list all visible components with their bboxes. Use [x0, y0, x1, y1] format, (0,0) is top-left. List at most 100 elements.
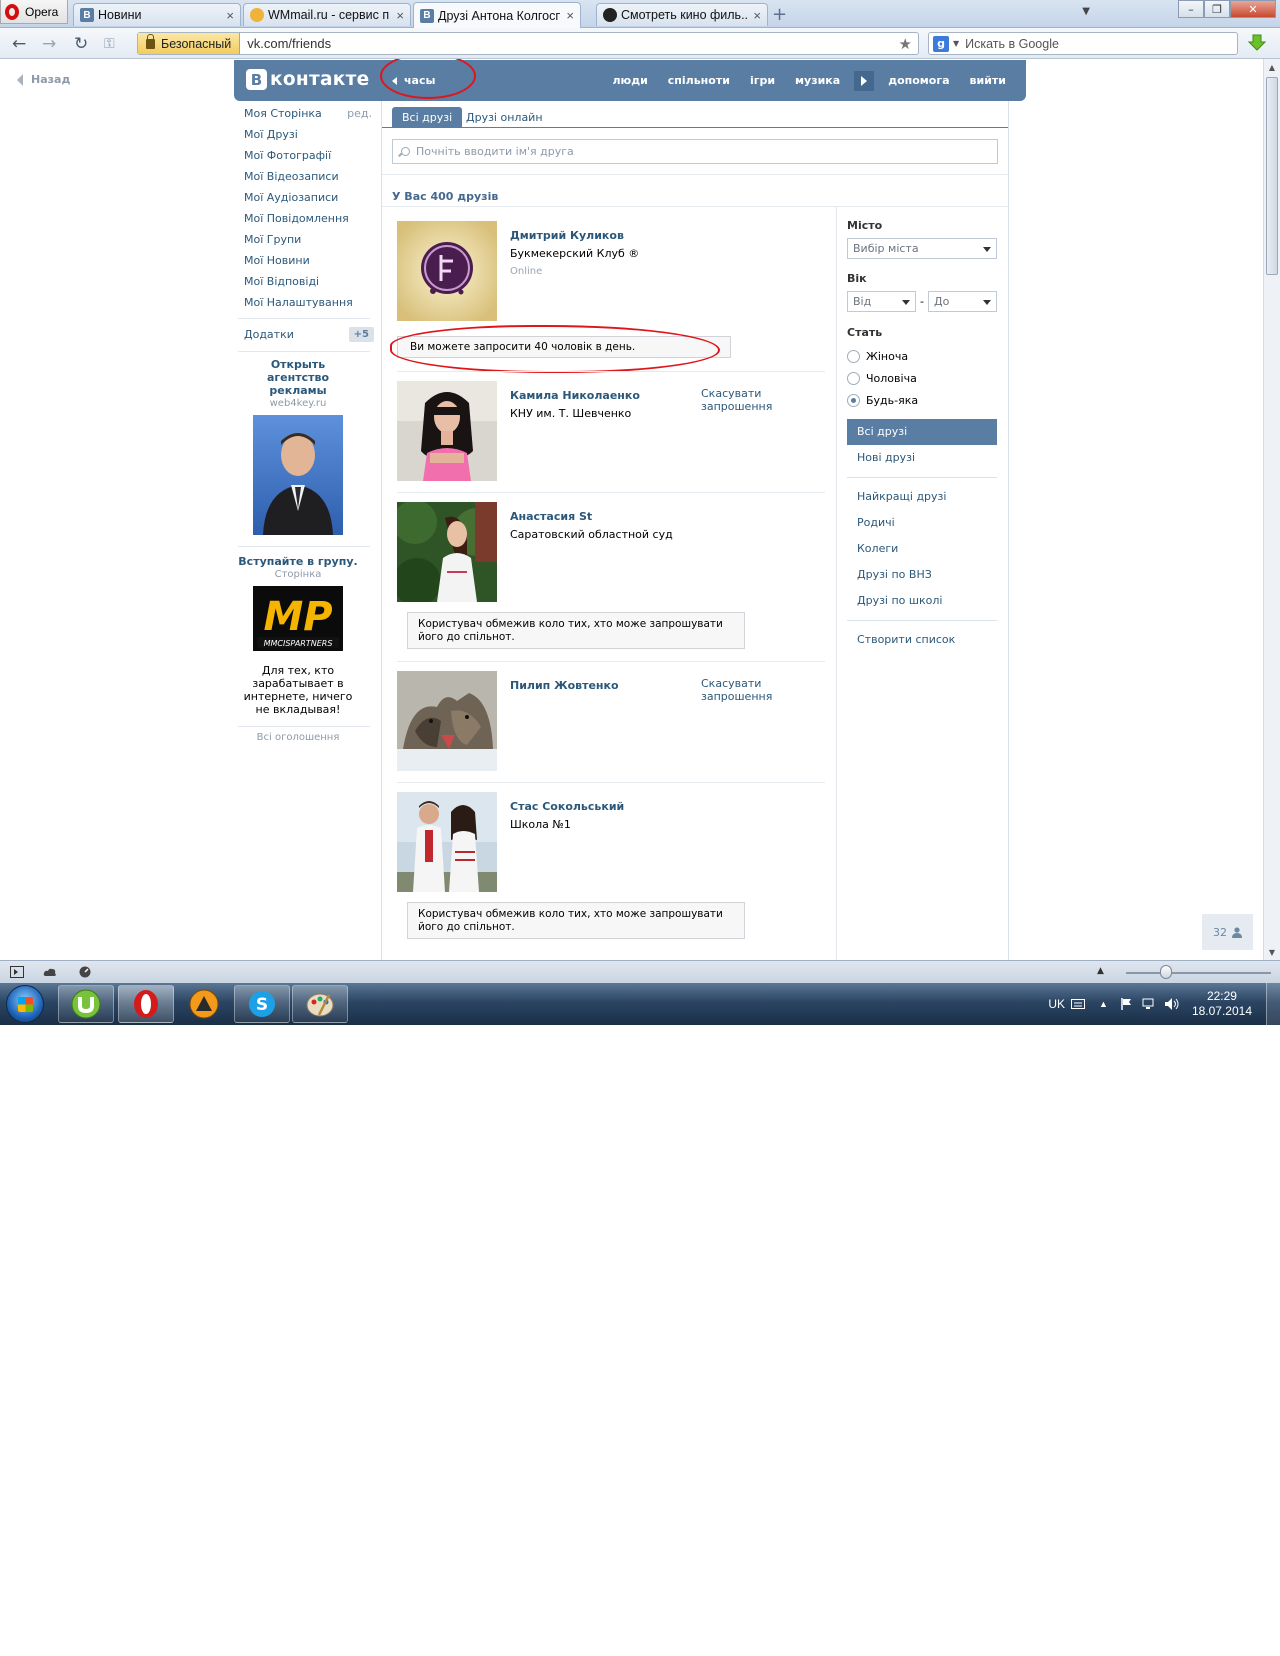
city-select[interactable]: Вибір міста: [847, 238, 997, 259]
ad-photo[interactable]: [253, 415, 343, 535]
back-arrow-icon[interactable]: ←: [12, 34, 26, 54]
back-link[interactable]: Назад: [17, 73, 70, 86]
taskbar-aimp[interactable]: [176, 985, 232, 1023]
ad-title[interactable]: Вступайте в групу.: [238, 555, 358, 568]
taskbar-skype[interactable]: S: [234, 985, 290, 1023]
list-university[interactable]: Друзі по ВНЗ: [847, 562, 997, 588]
edit-link[interactable]: ред.: [347, 103, 372, 124]
start-button[interactable]: [6, 985, 44, 1023]
maximize-icon[interactable]: ❐: [1204, 0, 1230, 18]
url-text[interactable]: vk.com/friends: [240, 36, 898, 51]
list-all-friends[interactable]: Всі друзі: [847, 419, 997, 445]
scroll-down-icon[interactable]: ▼: [1264, 944, 1280, 960]
menu-my-groups[interactable]: Мої Групи: [238, 229, 376, 250]
all-ads-link[interactable]: Всі оголошення: [238, 732, 358, 743]
ad-title[interactable]: Открыть агентство рекламы: [238, 358, 358, 397]
sex-option-female[interactable]: Жіноча: [847, 345, 997, 367]
chat-widget[interactable]: 32: [1202, 914, 1253, 950]
page-scrollbar[interactable]: ▲ ▼: [1263, 59, 1280, 960]
download-icon[interactable]: [1248, 34, 1266, 52]
menu-music[interactable]: музика: [785, 74, 850, 87]
menu-my-page[interactable]: Моя Сторінка ред.: [238, 103, 376, 124]
friend-avatar[interactable]: [397, 221, 497, 321]
list-new-friends[interactable]: Нові друзі: [847, 445, 997, 471]
friend-name[interactable]: Стас Сокольський: [510, 800, 624, 813]
scroll-thumb[interactable]: [1266, 77, 1278, 275]
apps-count-badge[interactable]: +5: [348, 327, 374, 342]
radio-selected-icon[interactable]: [847, 393, 860, 407]
taskbar-utorrent[interactable]: [58, 985, 114, 1023]
ad-mmcis[interactable]: Вступайте в групу. Сторінка MP MMCISPART…: [238, 555, 358, 716]
cancel-invite-link[interactable]: Скасувати запрошення: [701, 387, 791, 413]
network-icon[interactable]: [1142, 997, 1156, 1011]
show-desktop-button[interactable]: [1266, 983, 1280, 1025]
menu-my-audio[interactable]: Мої Аудіозаписи: [238, 187, 376, 208]
tab-all-friends[interactable]: Всі друзі: [392, 107, 463, 128]
friend-avatar[interactable]: [397, 671, 497, 771]
list-relatives[interactable]: Родичі: [847, 510, 997, 536]
radio-icon[interactable]: [847, 349, 860, 363]
minimize-icon[interactable]: –: [1178, 0, 1204, 18]
tab-friends[interactable]: В Друзі Антона Колгосп... ×: [413, 2, 581, 28]
close-icon[interactable]: ×: [566, 8, 574, 23]
zoom-slider[interactable]: [1126, 972, 1271, 974]
sex-option-male[interactable]: Чоловіча: [847, 367, 997, 389]
cloud-icon[interactable]: [43, 966, 57, 978]
cancel-invite-link[interactable]: Скасувати запрошення: [701, 677, 791, 703]
tab-friends-online[interactable]: Друзі онлайн: [456, 107, 553, 128]
reload-icon[interactable]: ↻: [74, 34, 88, 54]
tab-news[interactable]: В Новини ×: [73, 3, 241, 26]
key-icon[interactable]: ⚿: [104, 36, 115, 52]
list-school[interactable]: Друзі по школі: [847, 588, 997, 614]
sex-option-any[interactable]: Будь-яка: [847, 389, 997, 411]
menu-my-settings[interactable]: Мої Налаштування: [238, 292, 376, 313]
menu-my-friends[interactable]: Мої Друзі: [238, 124, 376, 145]
google-icon[interactable]: g: [933, 35, 949, 52]
taskbar-paint[interactable]: [292, 985, 348, 1023]
list-colleagues[interactable]: Колеги: [847, 536, 997, 562]
close-icon[interactable]: ×: [226, 8, 234, 23]
tab-wmmail[interactable]: WMmail.ru - сервис п... ×: [243, 3, 411, 26]
menu-games[interactable]: ігри: [740, 74, 785, 87]
menu-my-messages[interactable]: Мої Повідомлення: [238, 208, 376, 229]
menu-logout[interactable]: вийти: [960, 74, 1016, 87]
menu-apps[interactable]: Додатки +5: [238, 324, 376, 345]
search-engine-field[interactable]: g ▼ Искать в Google: [928, 32, 1238, 55]
zoom-reset-icon[interactable]: ▲: [1097, 966, 1104, 976]
ad-logo[interactable]: MP MMCISPARTNERS: [253, 586, 343, 651]
volume-icon[interactable]: [1164, 997, 1180, 1011]
age-from-select[interactable]: Від: [847, 291, 916, 312]
list-best-friends[interactable]: Найкращі друзі: [847, 484, 997, 510]
create-list-link[interactable]: Створити список: [847, 627, 997, 653]
flag-icon[interactable]: [1120, 997, 1134, 1011]
new-tab-icon[interactable]: +: [772, 4, 787, 25]
menu-my-news[interactable]: Мої Новини: [238, 250, 376, 271]
taskbar-opera[interactable]: [118, 985, 174, 1023]
keyboard-icon[interactable]: [1071, 998, 1086, 1010]
menu-my-videos[interactable]: Мої Відеозаписи: [238, 166, 376, 187]
security-badge[interactable]: Безопасный: [138, 33, 241, 54]
chevron-down-icon[interactable]: ▼: [953, 39, 959, 48]
menu-people[interactable]: люди: [602, 74, 657, 87]
play-icon[interactable]: [854, 70, 875, 91]
url-field[interactable]: Безопасный vk.com/friends ★: [137, 32, 919, 55]
friend-avatar[interactable]: [397, 381, 497, 481]
zoom-slider-knob[interactable]: [1160, 965, 1172, 979]
ad-web4key[interactable]: Открыть агентство рекламы web4key.ru: [238, 358, 358, 538]
friend-name[interactable]: Пилип Жовтенко: [510, 679, 619, 692]
bookmark-star-icon[interactable]: ★: [899, 35, 912, 53]
tab-movies[interactable]: Смотреть кино филь... ×: [596, 3, 768, 26]
friend-name[interactable]: Дмитрий Куликов: [510, 229, 624, 242]
panel-toggle-icon[interactable]: [10, 966, 24, 978]
close-window-icon[interactable]: ✕: [1230, 0, 1276, 18]
speed-dial-icon[interactable]: [78, 966, 92, 978]
clock[interactable]: 22:29 18.07.2014: [1192, 989, 1252, 1019]
friend-search-input[interactable]: Почніть вводити ім'я друга: [392, 139, 998, 164]
forward-arrow-icon[interactable]: →: [42, 34, 56, 54]
close-icon[interactable]: ×: [753, 8, 761, 23]
friend-name[interactable]: Анастасия St: [510, 510, 592, 523]
language-indicator[interactable]: UK: [1048, 997, 1065, 1011]
search-placeholder[interactable]: Искать в Google: [965, 37, 1059, 51]
friend-avatar[interactable]: [397, 792, 497, 892]
app-back-link[interactable]: часы: [392, 74, 435, 87]
